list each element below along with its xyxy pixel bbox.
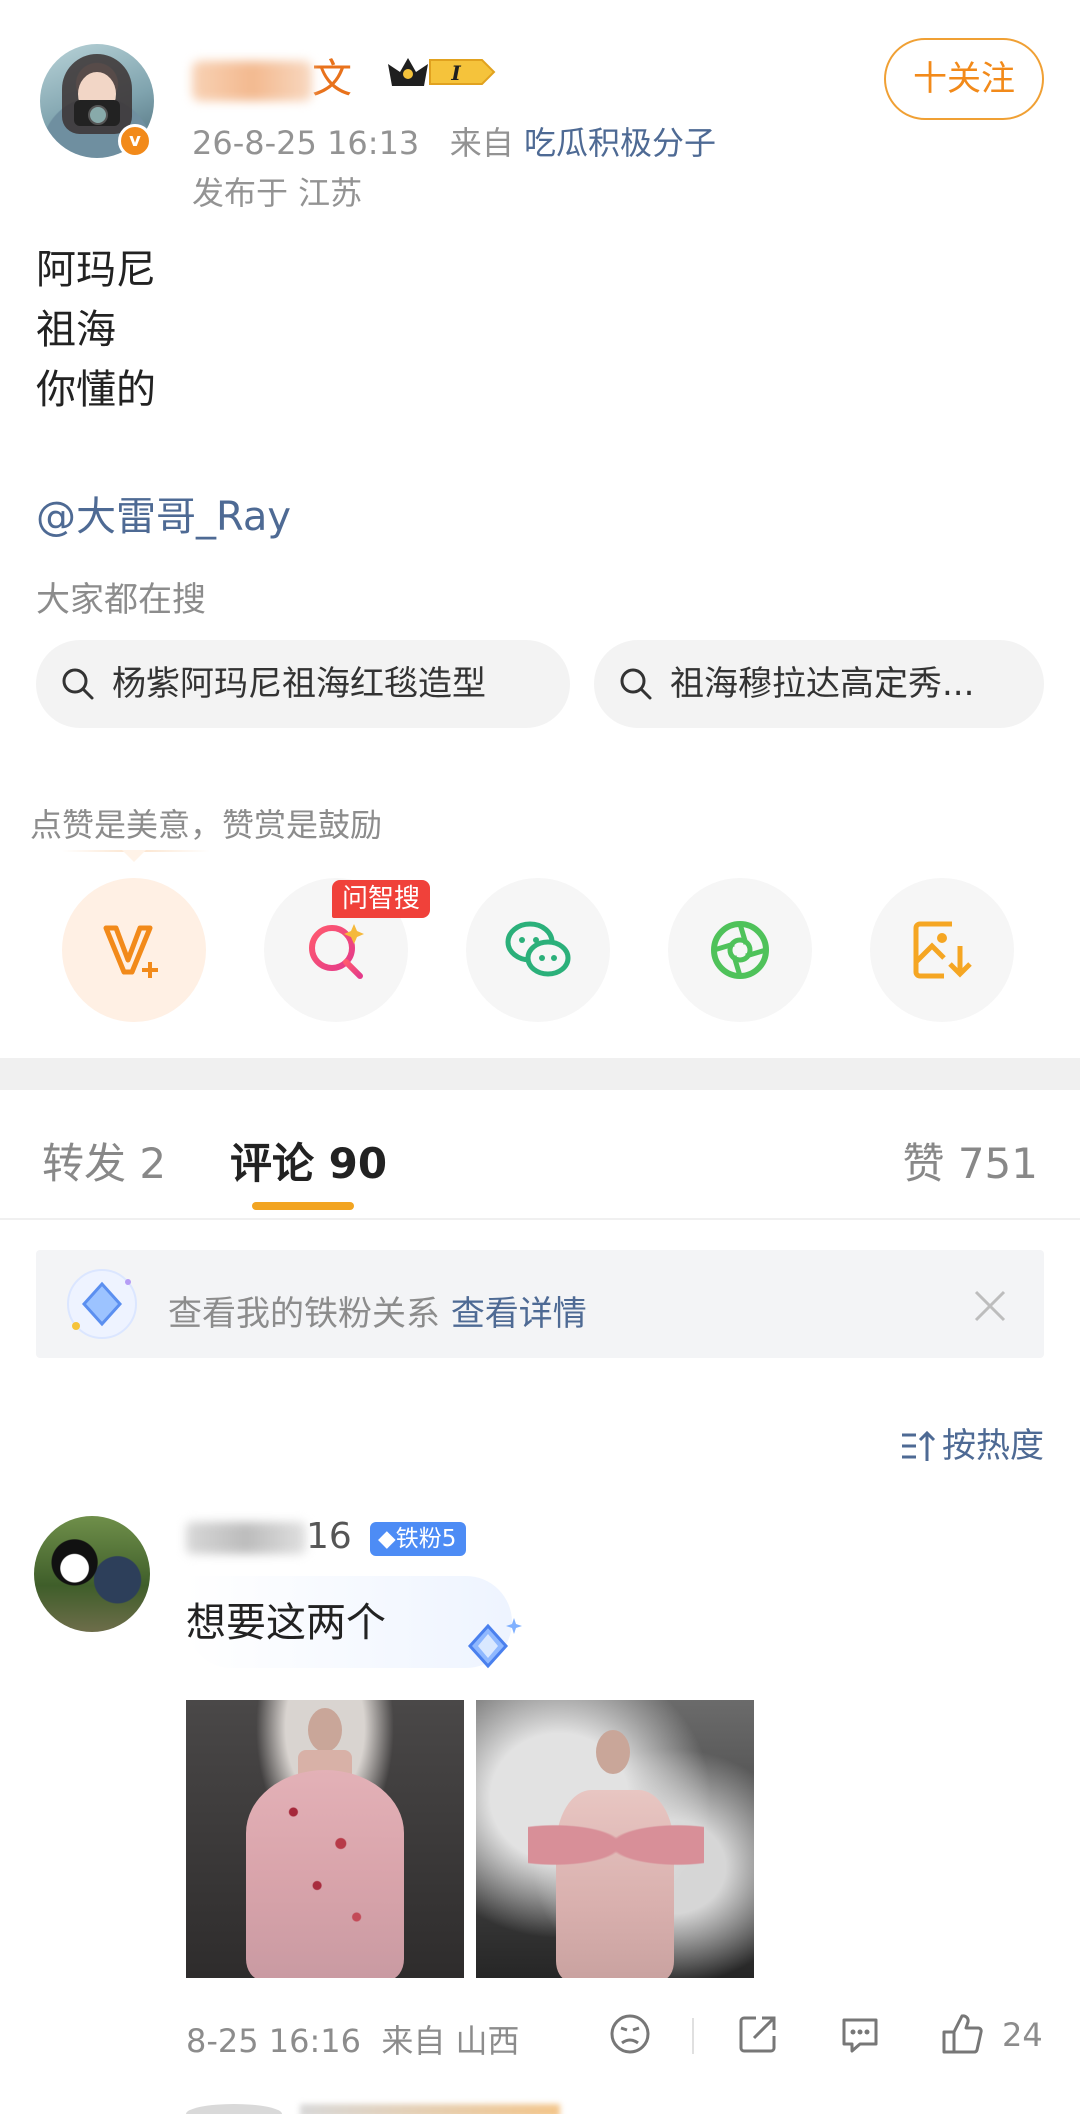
- vip-crown-icon: I: [388, 58, 496, 86]
- follow-button[interactable]: 十关注: [884, 38, 1044, 120]
- tab-repost[interactable]: 转发 2: [42, 1130, 166, 1191]
- next-comment-name: [300, 2104, 560, 2114]
- close-icon[interactable]: [968, 1284, 1012, 1328]
- comment-meta: 8-25 16:16 来自 山西: [186, 2016, 520, 2062]
- comment-time: 8-25 16:16: [186, 2022, 362, 2060]
- tab-active-indicator: [252, 1202, 354, 1210]
- post-line: 你懂的: [36, 367, 156, 413]
- blurred-name: [192, 61, 312, 101]
- ai-search-icon: [309, 924, 364, 979]
- sort-label: 按热度: [942, 1426, 1044, 1466]
- author-name[interactable]: 文: [192, 46, 354, 102]
- fan-badge-label: 铁粉5: [395, 1526, 457, 1552]
- svg-text:I: I: [450, 61, 461, 85]
- sort-toggle[interactable]: 按热度: [900, 1418, 1044, 1467]
- search-icon: [620, 668, 652, 700]
- v-plus-icon: [103, 925, 158, 978]
- wechat-icon: [505, 921, 571, 977]
- post-line: 祖海: [36, 307, 116, 353]
- post-line: 阿玛尼: [36, 247, 156, 293]
- tip-arrow: [122, 850, 146, 862]
- like-icon[interactable]: [940, 2012, 984, 2056]
- commenter-avatar[interactable]: [34, 1516, 150, 1632]
- ai-search-badge: 问智搜: [332, 880, 431, 918]
- post-time: 26-8-25 16:13: [192, 124, 420, 162]
- dislike-face-icon[interactable]: [608, 2012, 652, 2056]
- comment-icon[interactable]: [838, 2012, 882, 2056]
- tab-divider: [0, 1218, 1080, 1220]
- diamond-icon: ◆: [378, 1526, 396, 1552]
- like-count: 24: [1002, 2016, 1043, 2054]
- moments-icon: [711, 921, 769, 979]
- search-chip-label: 杨紫阿玛尼祖海红毯造型: [112, 664, 486, 704]
- author-name-visible: 文: [312, 56, 354, 102]
- search-chip-label: 祖海穆拉达高定秀...: [670, 664, 975, 704]
- comment-image[interactable]: [476, 1700, 754, 1978]
- share-moments-button[interactable]: [668, 878, 812, 1022]
- tab-comment[interactable]: 评论 90: [230, 1130, 387, 1191]
- search-chip[interactable]: 杨紫阿玛尼祖海红毯造型: [36, 640, 570, 728]
- blurred-name: [186, 1522, 306, 1554]
- post-source[interactable]: 吃瓜积极分子: [524, 124, 716, 162]
- repost-icon[interactable]: [736, 2012, 780, 2056]
- save-image-button[interactable]: [870, 878, 1014, 1022]
- diamond-decoration-icon: [467, 1618, 522, 1669]
- comment-text: 想要这两个: [186, 1600, 386, 1646]
- search-icon: [62, 668, 94, 700]
- post-text: 阿玛尼 祖海 你懂的: [36, 240, 156, 420]
- share-wechat-button[interactable]: [466, 878, 610, 1022]
- fans-text: 查看我的铁粉关系: [168, 1294, 440, 1334]
- reward-tip: 点赞是美意，赞赏是鼓励: [30, 806, 383, 844]
- post-meta: 26-8-25 16:13 来自 吃瓜积极分子: [192, 118, 716, 164]
- section-divider: [0, 1058, 1080, 1090]
- diamond-icon: [67, 1269, 137, 1339]
- fans-detail-link[interactable]: 查看详情: [451, 1294, 587, 1334]
- hot-search-title: 大家都在搜: [36, 580, 206, 620]
- action-separator: [692, 2018, 694, 2054]
- save-image-icon: [913, 921, 972, 979]
- search-chip[interactable]: 祖海穆拉达高定秀...: [594, 640, 1044, 728]
- source-prefix: 来自: [449, 124, 514, 162]
- comment-image[interactable]: [186, 1700, 464, 1978]
- post-location: 发布于 江苏: [192, 174, 363, 212]
- next-comment-avatar: [186, 2104, 282, 2114]
- verified-badge-icon: v: [118, 124, 152, 158]
- iron-fan-badge: ◆铁粉5: [370, 1522, 467, 1556]
- reward-button[interactable]: [62, 878, 206, 1022]
- mention-link[interactable]: @大雷哥_Ray: [36, 484, 291, 542]
- commenter-name[interactable]: 16: [186, 1516, 352, 1557]
- commenter-name-visible: 16: [306, 1516, 352, 1557]
- fans-relation-text: 查看我的铁粉关系 查看详情: [168, 1286, 587, 1335]
- sort-icon: [902, 1430, 936, 1461]
- tab-like[interactable]: 赞 751: [902, 1130, 1038, 1191]
- comment-location: 来自 山西: [381, 2022, 520, 2060]
